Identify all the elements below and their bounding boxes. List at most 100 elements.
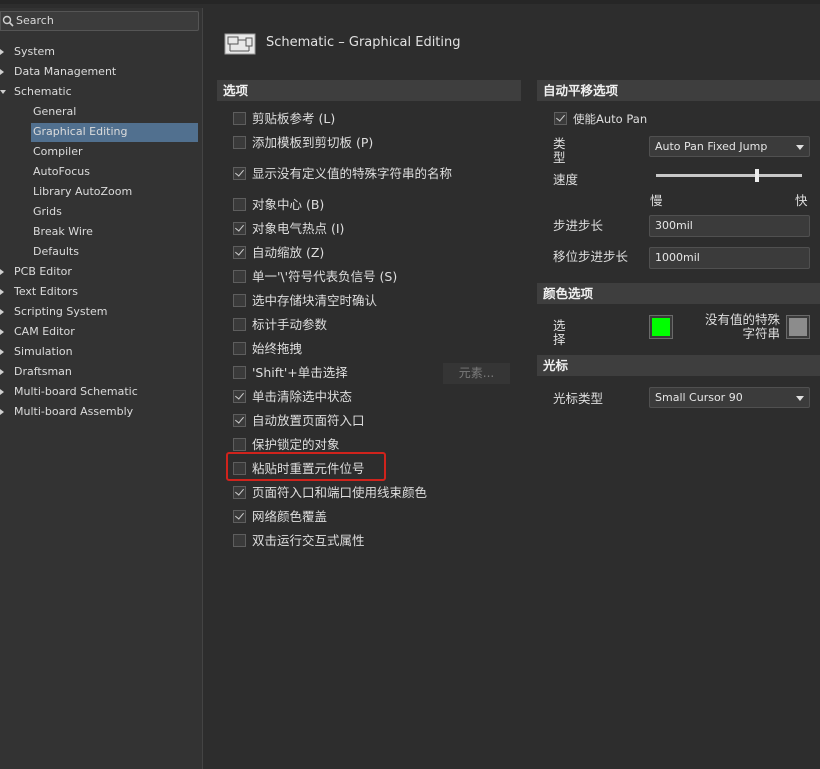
tree-item-label: Graphical Editing	[33, 125, 128, 138]
checkbox[interactable]	[233, 294, 246, 307]
chevron-down-icon	[796, 145, 804, 150]
autopan-speed-label: 速度	[553, 172, 579, 187]
collapsed-arrow-icon[interactable]	[0, 349, 4, 355]
autopan-section-header: 自动平移选项	[537, 80, 820, 101]
speed-slow-label: 慢	[650, 193, 663, 208]
highlight-box	[226, 452, 386, 481]
expanded-arrow-icon[interactable]	[0, 90, 6, 94]
tree-item-label: Draftsman	[14, 365, 72, 378]
speed-slider-track[interactable]	[656, 174, 802, 177]
checkbox[interactable]	[233, 198, 246, 211]
selection-color-fill	[652, 318, 670, 336]
no-value-color-swatch[interactable]	[786, 315, 810, 339]
tree-item[interactable]: PCB Editor	[0, 262, 202, 282]
checkbox[interactable]	[233, 534, 246, 547]
checkbox[interactable]	[233, 222, 246, 235]
tree-item-label: Schematic	[14, 85, 72, 98]
tree-item[interactable]: System	[0, 42, 202, 62]
checkbox[interactable]	[233, 366, 246, 379]
checkbox[interactable]	[233, 136, 246, 149]
checkbox[interactable]	[233, 167, 246, 180]
checkbox[interactable]	[233, 318, 246, 331]
checkbox[interactable]	[233, 246, 246, 259]
search-placeholder: Search	[16, 14, 54, 27]
tree-item[interactable]: Data Management	[0, 62, 202, 82]
tree-item[interactable]: AutoFocus	[0, 162, 202, 182]
tree-item[interactable]: Multi-board Assembly	[0, 402, 202, 422]
collapsed-arrow-icon[interactable]	[0, 269, 4, 275]
tree-item[interactable]: General	[0, 102, 202, 122]
search-icon	[2, 15, 14, 27]
tree-item-label: System	[14, 45, 56, 58]
autopan-type-dropdown[interactable]: Auto Pan Fixed Jump	[649, 136, 810, 157]
tree-item[interactable]: Graphical Editing	[0, 122, 202, 142]
speed-slider-thumb[interactable]	[754, 169, 759, 182]
color-section-header: 颜色选项	[537, 283, 820, 304]
autopan-type-value: Auto Pan Fixed Jump	[655, 140, 768, 153]
collapsed-arrow-icon[interactable]	[0, 289, 4, 295]
tree-item[interactable]: Compiler	[0, 142, 202, 162]
options-section-header: 选项	[217, 80, 521, 101]
tree-item[interactable]: Break Wire	[0, 222, 202, 242]
cursor-type-dropdown[interactable]: Small Cursor 90	[649, 387, 810, 408]
tree-item[interactable]: Library AutoZoom	[0, 182, 202, 202]
elements-button[interactable]: 元素...	[443, 363, 510, 384]
collapsed-arrow-icon[interactable]	[0, 49, 4, 55]
tree-item-label: Text Editors	[14, 285, 79, 298]
tree-item[interactable]: Simulation	[0, 342, 202, 362]
cursor-section-header: 光标	[537, 355, 820, 376]
step-size-input[interactable]: 300mil	[649, 215, 810, 237]
option-label: 网络颜色覆盖	[252, 509, 328, 524]
tree-item-label: Simulation	[14, 345, 73, 358]
option-label: 对象电气热点 (I)	[252, 221, 345, 236]
autopan-enable-check[interactable]	[554, 112, 567, 125]
schematic-page-icon	[224, 33, 256, 55]
preferences-tree-panel: Search System Data Management Schematic Gen…	[0, 8, 203, 769]
checkbox[interactable]	[233, 342, 246, 355]
tree-item-label: AutoFocus	[33, 165, 90, 178]
checkbox[interactable]	[233, 390, 246, 403]
option-label: 页面符入口和端口使用线束颜色	[252, 485, 428, 500]
window-top-edge	[0, 0, 820, 4]
tree-item-label: General	[33, 105, 77, 118]
step-size-label: 步进步长	[553, 218, 604, 233]
chevron-down-icon	[796, 396, 804, 401]
checkbox[interactable]	[233, 112, 246, 125]
collapsed-arrow-icon[interactable]	[0, 329, 4, 335]
collapsed-arrow-icon[interactable]	[0, 369, 4, 375]
tree-item[interactable]: Grids	[0, 202, 202, 222]
tree-item-label: Compiler	[33, 145, 83, 158]
option-label: 剪贴板参考 (L)	[252, 111, 336, 126]
checkbox[interactable]	[233, 270, 246, 283]
shift-step-size-input[interactable]: 1000mil	[649, 247, 810, 269]
checkbox[interactable]	[233, 414, 246, 427]
collapsed-arrow-icon[interactable]	[0, 389, 4, 395]
checkbox[interactable]	[233, 438, 246, 451]
collapsed-arrow-icon[interactable]	[0, 309, 4, 315]
option-label: 单击清除选中状态	[252, 389, 353, 404]
tree-item[interactable]: Defaults	[0, 242, 202, 262]
search-input[interactable]: Search	[0, 11, 199, 31]
checkbox[interactable]	[233, 510, 246, 523]
selection-color-swatch[interactable]	[649, 315, 673, 339]
option-label: 始终拖拽	[252, 341, 303, 356]
tree-item-label: Multi-board Schematic	[14, 385, 138, 398]
tree-item[interactable]: CAM Editor	[0, 322, 202, 342]
tree-item[interactable]: Schematic	[0, 82, 202, 102]
page-title: Schematic – Graphical Editing	[266, 35, 461, 50]
no-value-color-fill	[789, 318, 807, 336]
checkbox[interactable]	[233, 486, 246, 499]
autopan-type-label: 类型	[553, 136, 566, 165]
option-label: 自动缩放 (Z)	[252, 245, 325, 260]
tree-item[interactable]: Draftsman	[0, 362, 202, 382]
collapsed-arrow-icon[interactable]	[0, 69, 4, 75]
option-label: 对象中心 (B)	[252, 197, 325, 212]
autopan-enable-label: 使能Auto Pan	[573, 112, 648, 126]
collapsed-arrow-icon[interactable]	[0, 409, 4, 415]
option-label: 选中存储块清空时确认	[252, 293, 378, 308]
tree-item[interactable]: Text Editors	[0, 282, 202, 302]
option-label: 标计手动参数	[252, 317, 328, 332]
tree-item[interactable]: Scripting System	[0, 302, 202, 322]
preferences-tree: System Data Management Schematic General Gra…	[0, 42, 202, 422]
tree-item[interactable]: Multi-board Schematic	[0, 382, 202, 402]
